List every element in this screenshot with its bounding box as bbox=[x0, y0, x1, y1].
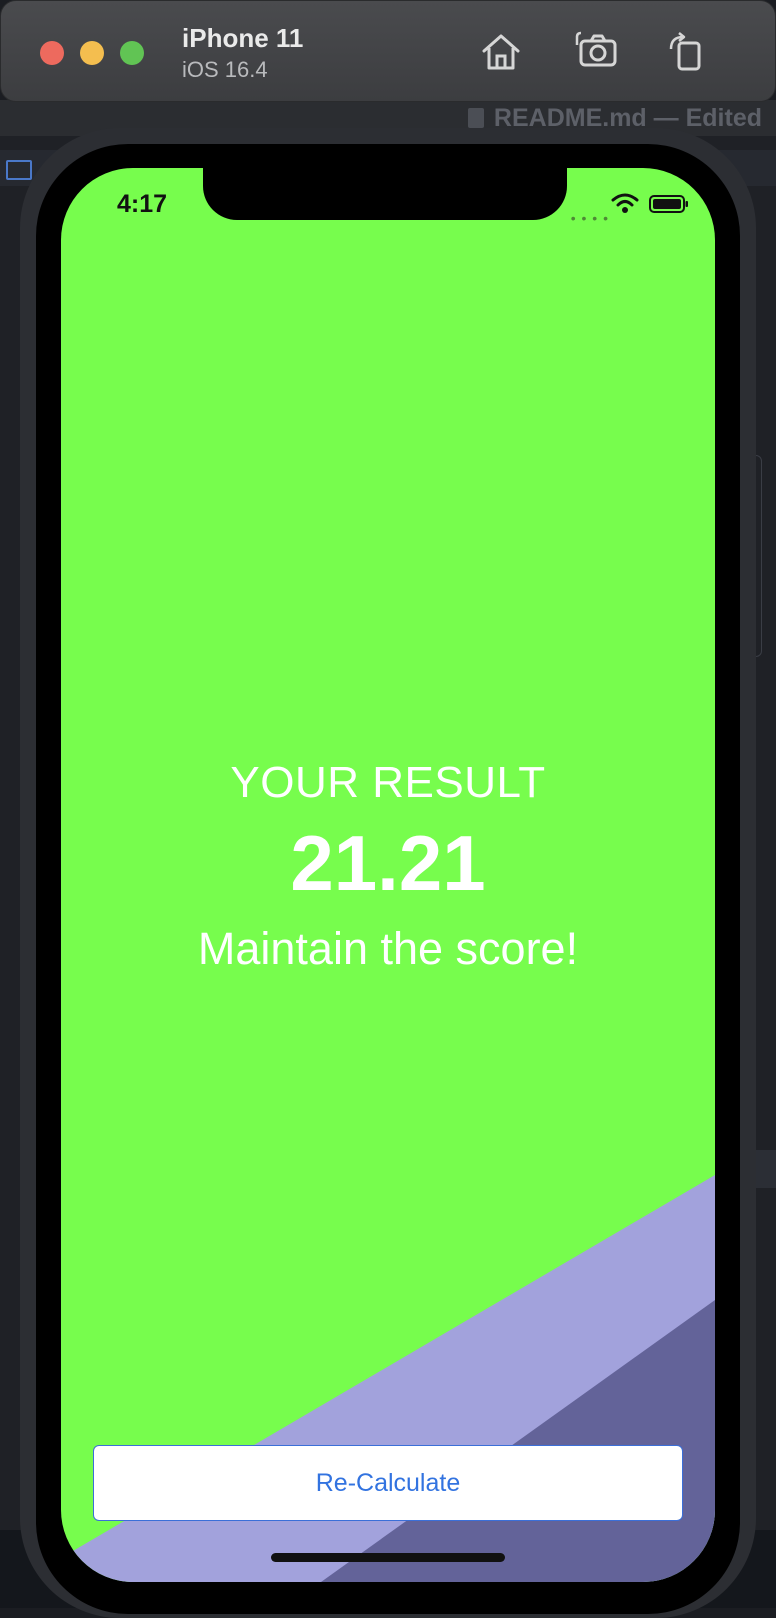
device-os-version: iOS 16.4 bbox=[182, 57, 268, 82]
result-title: YOUR RESULT bbox=[230, 758, 546, 807]
wifi-icon bbox=[611, 193, 639, 213]
status-time: 4:17 bbox=[117, 190, 168, 218]
rotate-button[interactable] bbox=[663, 29, 709, 75]
home-icon bbox=[482, 34, 520, 70]
rotate-icon bbox=[669, 32, 701, 71]
close-window-button[interactable] bbox=[40, 41, 64, 65]
result-advice: Maintain the score! bbox=[197, 923, 579, 974]
simulator-title-bar: iPhone 11 iOS 16.4 bbox=[0, 0, 776, 102]
recalculate-button[interactable]: Re-Calculate bbox=[93, 1445, 683, 1521]
device-notch bbox=[203, 168, 567, 220]
result-section: YOUR RESULT 21.21 Maintain the score! bbox=[61, 755, 715, 979]
book-icon bbox=[6, 160, 32, 180]
bmi-value: 21.21 bbox=[290, 819, 486, 907]
zoom-window-button[interactable] bbox=[120, 41, 144, 65]
app-screen: 4:17 • • • • YOUR RESULT 21.21 Maintain … bbox=[61, 168, 715, 1582]
document-icon bbox=[467, 108, 484, 128]
minimize-window-button[interactable] bbox=[80, 41, 104, 65]
cellular-signal-icon: • • • • bbox=[570, 210, 609, 226]
screenshot-button[interactable] bbox=[575, 29, 621, 75]
screenshot-icon bbox=[575, 31, 617, 67]
battery-icon bbox=[649, 195, 688, 213]
device-name: iPhone 11 bbox=[182, 23, 304, 53]
home-indicator[interactable] bbox=[271, 1553, 505, 1562]
home-button[interactable] bbox=[478, 29, 524, 75]
